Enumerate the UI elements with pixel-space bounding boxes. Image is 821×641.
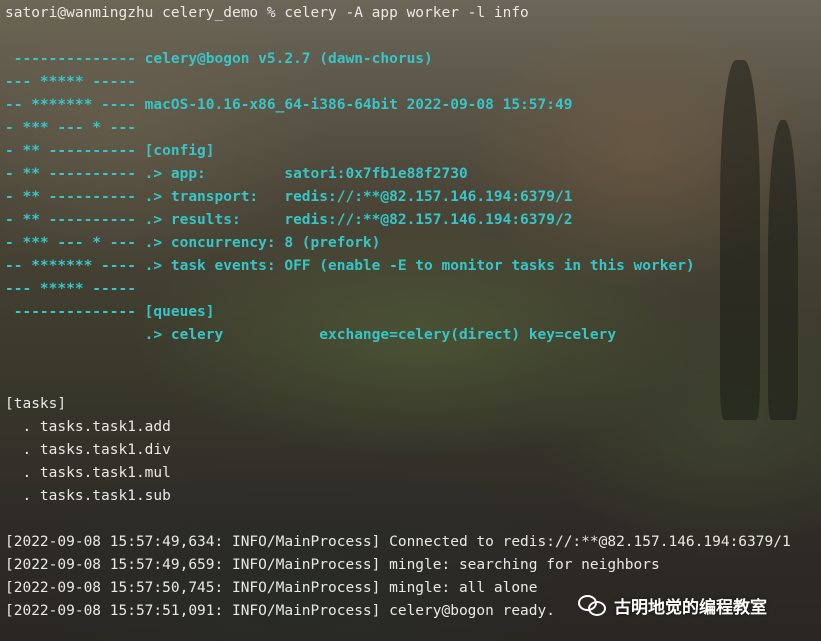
log-line: [2022-09-08 15:57:49,659: INFO/MainProce…: [5, 557, 660, 573]
celery-banner-line: - *** --- * ---: [5, 120, 136, 136]
task-item: . tasks.task1.div: [5, 442, 171, 458]
celery-banner-line: -- ******* ---- .> task events: OFF (ena…: [5, 258, 695, 274]
watermark: 古明地觉的编程教室: [578, 590, 767, 620]
celery-banner-line: - ** ---------- .> results: redis://:**@…: [5, 212, 573, 228]
celery-banner-line: - ** ---------- .> app: satori:0x7fb1e88…: [5, 166, 468, 182]
terminal-window[interactable]: satori@wanmingzhu celery_demo % celery -…: [0, 0, 821, 641]
tasks-header: [tasks]: [5, 396, 67, 412]
celery-banner-line: - ** ---------- .> transport: redis://:*…: [5, 189, 573, 205]
celery-banner-line: .> celery exchange=celery(direct) key=ce…: [5, 327, 617, 343]
task-item: . tasks.task1.add: [5, 419, 171, 435]
log-line: [2022-09-08 15:57:50,745: INFO/MainProce…: [5, 580, 538, 596]
background-tree: [768, 120, 798, 420]
prompt-command: satori@wanmingzhu celery_demo % celery -…: [5, 5, 529, 21]
celery-banner-line: -- ******* ---- macOS-10.16-x86_64-i386-…: [5, 97, 573, 113]
celery-banner-line: -------------- celery@bogon v5.2.7 (dawn…: [5, 51, 433, 67]
celery-banner-line: - ** ---------- [config]: [5, 143, 215, 159]
celery-banner-line: -------------- [queues]: [5, 304, 215, 320]
task-item: . tasks.task1.mul: [5, 465, 171, 481]
log-line: [2022-09-08 15:57:51,091: INFO/MainProce…: [5, 603, 555, 619]
wechat-icon: [578, 593, 606, 617]
celery-banner-line: - *** --- * --- .> concurrency: 8 (prefo…: [5, 235, 381, 251]
log-line: [2022-09-08 15:57:49,634: INFO/MainProce…: [5, 534, 791, 550]
celery-banner-line: --- ***** -----: [5, 74, 136, 90]
watermark-text: 古明地觉的编程教室: [614, 597, 767, 618]
task-item: . tasks.task1.sub: [5, 488, 171, 504]
celery-banner-line: --- ***** -----: [5, 281, 136, 297]
background-tree: [720, 60, 760, 420]
